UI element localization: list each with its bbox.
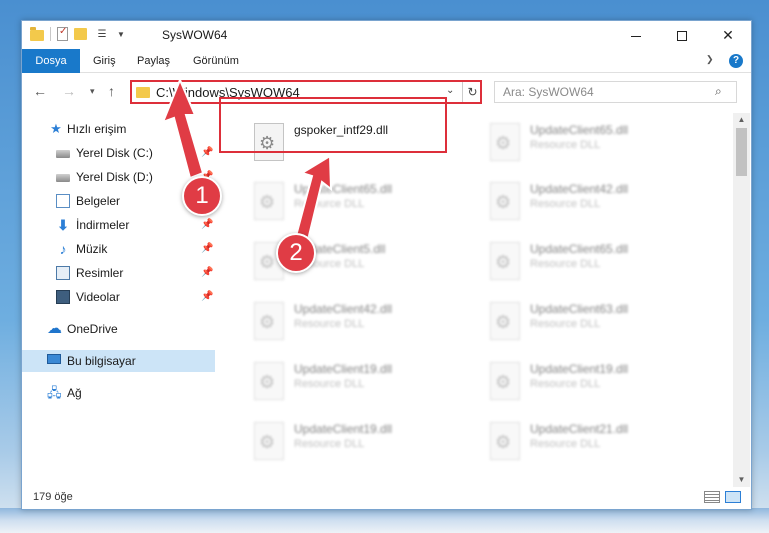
folder-icon [30, 26, 44, 41]
file-highlight-box [219, 97, 447, 153]
star-icon: ★ [50, 121, 62, 136]
sidebar-item-local-disk-c[interactable]: Yerel Disk (C:) 📌 [22, 142, 215, 164]
downloads-icon: ⬇ [57, 217, 69, 233]
scroll-down-icon[interactable]: ▼ [733, 473, 750, 487]
tab-view[interactable]: Görünüm [185, 49, 247, 73]
scroll-thumb[interactable] [736, 128, 747, 176]
title-bar: ☰ ▼ SysWOW64 ✕ [22, 21, 751, 49]
dll-file-icon [490, 182, 520, 220]
folder-icon [136, 87, 150, 98]
scroll-up-icon[interactable]: ▲ [733, 113, 750, 127]
sidebar-item-music[interactable]: ♪ Müzik 📌 [22, 238, 215, 260]
item-count: 179 öğe [33, 491, 73, 503]
drive-icon [56, 174, 70, 182]
sidebar-item-downloads[interactable]: ⬇ İndirmeler 📌 [22, 214, 215, 236]
search-input[interactable]: Ara: SysWOW64 ⌕ [494, 81, 737, 103]
dll-file-icon [254, 362, 284, 400]
toolbar-divider [50, 27, 51, 41]
recent-locations-icon[interactable]: ▾ [90, 86, 95, 97]
search-icon[interactable]: ⌕ [715, 84, 722, 99]
file-item[interactable]: UpdateClient65.dll Resource DLL [244, 176, 474, 230]
tab-share[interactable]: Paylaş [129, 49, 178, 73]
sidebar-item-this-pc[interactable]: Bu bilgisayar [22, 350, 215, 372]
chevron-down-icon[interactable]: ▼ [117, 30, 125, 39]
file-item[interactable]: UpdateClient63.dll Resource DLL [480, 296, 710, 350]
pin-icon[interactable]: 📌 [201, 238, 213, 260]
pictures-icon [56, 266, 70, 280]
search-placeholder: Ara: SysWOW64 [503, 85, 594, 99]
up-arrow-icon[interactable]: ↑ [108, 83, 115, 99]
dll-file-icon [490, 123, 520, 161]
cloud-icon: ☁ [47, 320, 62, 337]
file-item[interactable]: UpdateClient65.dll Resource DLL [480, 117, 710, 171]
navigation-pane: ★ Hızlı erişim Yerel Disk (C:) 📌 Yerel D… [22, 113, 215, 480]
file-item[interactable]: UpdateClient42.dll Resource DLL [480, 176, 710, 230]
back-arrow-icon[interactable]: ← [33, 83, 47, 99]
sidebar-item-pictures[interactable]: Resimler 📌 [22, 262, 215, 284]
file-item[interactable]: UpdateClient19.dll Resource DLL [480, 356, 710, 410]
dll-file-icon [254, 422, 284, 460]
new-folder-icon[interactable] [74, 28, 87, 40]
forward-arrow-icon[interactable]: → [62, 83, 76, 99]
maximize-button[interactable] [659, 21, 705, 49]
file-item[interactable]: UpdateClient19.dll Resource DLL [244, 416, 474, 470]
expand-ribbon-icon[interactable]: ❯ [706, 54, 714, 65]
close-button[interactable]: ✕ [705, 21, 751, 49]
dll-file-icon [490, 302, 520, 340]
dll-file-icon [254, 182, 284, 220]
file-item[interactable]: UpdateClient65.dll Resource DLL [480, 236, 710, 290]
properties-icon[interactable] [57, 26, 68, 41]
drive-icon [56, 150, 70, 158]
tab-file[interactable]: Dosya [22, 49, 80, 73]
pin-icon[interactable]: 📌 [201, 214, 213, 236]
file-item[interactable]: UpdateClient21.dll Resource DLL [480, 416, 710, 470]
vertical-scrollbar[interactable]: ▲ ▼ [733, 113, 750, 487]
window-title: SysWOW64 [162, 28, 228, 42]
dll-file-icon [490, 362, 520, 400]
tab-home[interactable]: Giriş [85, 49, 124, 73]
refresh-icon[interactable]: ↻ [462, 82, 482, 102]
sidebar-item-videos[interactable]: Videolar 📌 [22, 286, 215, 308]
sidebar-item-quick-access[interactable]: ★ Hızlı erişim [22, 118, 215, 140]
dll-file-icon [490, 242, 520, 280]
pin-icon[interactable]: 📌 [201, 262, 213, 284]
step-1-badge: 1 [182, 176, 222, 216]
explorer-window: ☰ ▼ SysWOW64 ✕ Dosya Giriş Paylaş Görünü… [21, 20, 752, 510]
customize-toolbar-icon[interactable]: ☰ [93, 29, 111, 40]
dll-file-icon [490, 422, 520, 460]
quick-access-toolbar: ☰ ▼ [30, 26, 125, 41]
maximize-icon [677, 31, 687, 42]
status-bar: 179 öğe [22, 487, 751, 509]
videos-icon [56, 290, 70, 304]
minimize-button[interactable] [613, 21, 659, 49]
network-icon: 🖧 [47, 385, 62, 400]
music-icon: ♪ [59, 241, 67, 257]
computer-icon [47, 354, 61, 364]
documents-icon [56, 194, 70, 208]
file-item[interactable]: UpdateClient19.dll Resource DLL [244, 356, 474, 410]
file-item[interactable]: UpdateClient42.dll Resource DLL [244, 296, 474, 350]
pin-icon[interactable]: 📌 [201, 142, 213, 164]
chevron-down-icon[interactable]: ⌄ [446, 85, 454, 96]
tiles-view-icon[interactable] [725, 491, 741, 503]
ribbon-tabs: Dosya Giriş Paylaş Görünüm ❯ ? [22, 49, 751, 73]
dll-file-icon [254, 302, 284, 340]
sidebar-item-onedrive[interactable]: ☁ OneDrive [22, 318, 215, 340]
desktop-background [0, 508, 769, 533]
minimize-icon [631, 35, 641, 37]
pin-icon[interactable]: 📌 [201, 286, 213, 308]
file-list: gspoker_intf29.dll UpdateClient65.dll Re… [218, 113, 733, 480]
help-icon[interactable]: ? [729, 54, 743, 68]
step-2-badge: 2 [276, 233, 316, 273]
sidebar-item-network[interactable]: 🖧 Ağ [22, 382, 215, 404]
details-view-icon[interactable] [704, 491, 720, 503]
